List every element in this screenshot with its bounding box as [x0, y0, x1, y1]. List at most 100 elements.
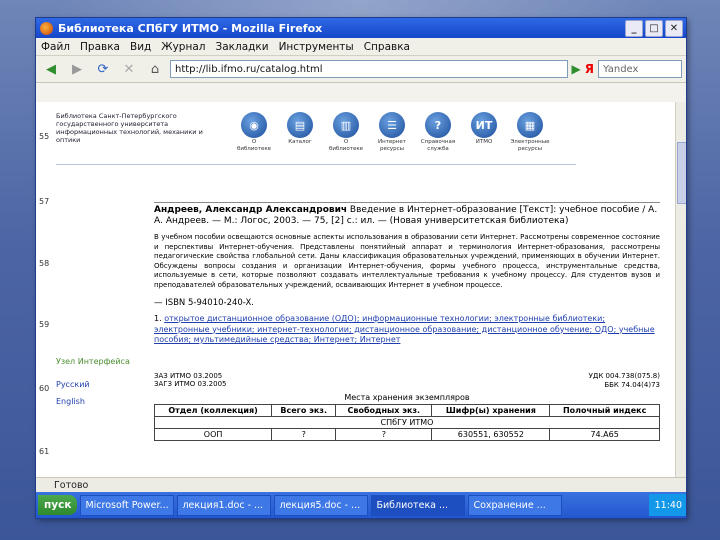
nav-label: Справочная служба — [420, 139, 456, 152]
task-label: Microsoft Power... — [85, 499, 169, 511]
catalog-icon: ▤ — [287, 112, 313, 138]
meta-left-1: ЗАЗ ИТМО 03.2005 — [154, 372, 223, 380]
slide-line-numbers: 55 57 58 59 60 61 — [36, 102, 56, 477]
title-bar[interactable]: Библиотека СПбГУ ИТМО - Mozilla Firefox … — [36, 18, 686, 38]
navigation-toolbar: ◀ ▶ ⟳ ✕ ⌂ http://lib.ifmo.ru/catalog.htm… — [36, 56, 686, 83]
line-number: 59 — [39, 320, 50, 329]
maximize-button[interactable]: □ — [645, 19, 663, 37]
locations-title: Места хранения экземпляров — [344, 393, 470, 402]
system-tray: 11:40 — [648, 494, 686, 516]
table-row: ООП ? ? 630551, 630552 74.А65 — [153, 428, 660, 441]
menu-bookmarks[interactable]: Закладки — [210, 41, 273, 53]
task-label: лекция1.doc - ... — [182, 499, 264, 511]
book-record: Андреев, Александр Александрович Введени… — [153, 202, 660, 472]
cell-call-number: 630551, 630552 — [431, 428, 551, 441]
status-bar: Готово — [36, 477, 686, 493]
back-icon[interactable]: ◀ — [40, 59, 62, 79]
go-icon[interactable]: ▶ — [572, 62, 581, 76]
org-name: СПбГУ ИТМО — [154, 416, 660, 429]
task-label: Сохранение ... — [473, 499, 546, 511]
start-label: пуск — [44, 499, 72, 511]
status-text: Готово — [54, 480, 89, 491]
taskbar-item-doc1[interactable]: лекция1.doc - ... — [177, 494, 272, 516]
subjects-number: 1. — [154, 314, 165, 323]
stop-icon[interactable]: ✕ — [118, 59, 140, 79]
subjects-link[interactable]: открытое дистанционное образование (ОДО)… — [154, 314, 655, 344]
link-english[interactable]: English — [56, 393, 130, 410]
line-number: 61 — [39, 447, 50, 456]
cell-free: ? — [335, 428, 433, 441]
col-call-number: Шифр(ы) хранения — [431, 404, 551, 417]
page-content: 55 57 58 59 60 61 Библиотека Санкт-Петер… — [36, 102, 676, 477]
task-label: лекция5.doc - ... — [279, 499, 361, 511]
nav-label: Электронные ресурсы — [510, 139, 550, 152]
close-button[interactable]: ✕ — [665, 19, 683, 37]
minimize-button[interactable]: _ — [625, 19, 643, 37]
forward-icon[interactable]: ▶ — [66, 59, 88, 79]
line-number: 58 — [39, 259, 50, 268]
menu-history[interactable]: Журнал — [156, 41, 210, 53]
col-shelf-index: Полочный индекс — [549, 404, 660, 417]
nav-help[interactable]: ? Справочная служба — [418, 112, 458, 153]
nav-itmo[interactable]: ИТ ИТМО — [464, 112, 504, 153]
scrollbar-thumb[interactable] — [677, 142, 686, 204]
browser-window: Библиотека СПбГУ ИТМО - Mozilla Firefox … — [36, 18, 686, 518]
cell-shelf-index: 74.А65 — [549, 428, 660, 441]
window-title: Библиотека СПбГУ ИТМО - Mozilla Firefox — [58, 21, 323, 35]
task-label: Библиотека ... — [376, 499, 449, 511]
line-number: 57 — [39, 197, 50, 206]
book-icon: ▥ — [333, 112, 359, 138]
start-button[interactable]: пуск — [38, 495, 78, 515]
link-external-node[interactable]: Узел Интерфейса — [56, 353, 130, 370]
header-divider — [56, 164, 576, 165]
menu-tools[interactable]: Инструменты — [274, 41, 359, 53]
globe-icon: ◉ — [241, 112, 267, 138]
address-bar[interactable]: http://lib.ifmo.ru/catalog.html — [170, 60, 568, 78]
table-org-row: СПбГУ ИТМО — [154, 416, 660, 429]
menu-file[interactable]: Файл — [36, 41, 75, 53]
book-author: Андреев, Александр Александрович — [154, 205, 348, 215]
site-nav: ◉ О библиотеке ▤ Каталог ▥ О библиотеке ☰ Ин… — [234, 112, 550, 153]
taskbar-item-powerpoint[interactable]: Microsoft Power... — [80, 494, 175, 516]
vertical-scrollbar[interactable] — [675, 102, 686, 477]
menu-bar: Файл Правка Вид Журнал Закладки Инструме… — [36, 38, 686, 56]
nav-internet-resources[interactable]: ☰ Интернет ресурсы — [372, 112, 412, 153]
col-free: Свободных экз. — [335, 404, 433, 417]
book-isbn: — ISBN 5-94010-240-X. — [154, 298, 254, 308]
clock: 11:40 — [654, 499, 682, 511]
nav-label: Каталог — [288, 139, 312, 145]
question-icon: ? — [425, 112, 451, 138]
menu-edit[interactable]: Правка — [75, 41, 125, 53]
yandex-icon: Я — [584, 62, 594, 76]
bbk-code: ББК 74.04(4)73 — [604, 381, 660, 389]
table-header-row: Отдел (коллекция) Всего экз. Свободных э… — [153, 404, 660, 417]
nav-about[interactable]: ◉ О библиотеке — [234, 112, 274, 153]
menu-view[interactable]: Вид — [125, 41, 156, 53]
search-input[interactable]: Yandex — [598, 60, 682, 78]
nav-label: ИТМО — [475, 139, 493, 145]
nav-library[interactable]: ▥ О библиотеке — [326, 112, 366, 153]
link-russian[interactable]: Русский — [56, 376, 130, 393]
firefox-icon — [40, 21, 53, 35]
nav-label: О библиотеке — [236, 139, 272, 152]
col-department: Отдел (коллекция) — [153, 404, 273, 417]
book-subjects: 1. открытое дистанционное образование (О… — [154, 314, 660, 346]
institution-name: Библиотека Санкт-Петербургского государс… — [56, 112, 203, 144]
book-heading: Андреев, Александр Александрович Введени… — [154, 202, 660, 227]
col-total: Всего экз. — [271, 404, 337, 417]
nav-catalog[interactable]: ▤ Каталог — [280, 112, 320, 153]
sidebar-links: Узел Интерфейса Русский English — [56, 353, 130, 410]
taskbar-item-save[interactable]: Сохранение ... — [468, 494, 563, 516]
reload-icon[interactable]: ⟳ — [92, 59, 114, 79]
taskbar: пуск Microsoft Power... лекция1.doc - ..… — [36, 492, 686, 518]
taskbar-item-doc5[interactable]: лекция5.doc - ... — [274, 494, 369, 516]
nav-e-resources[interactable]: ▦ Электронные ресурсы — [510, 112, 550, 153]
line-number: 55 — [39, 132, 50, 141]
cell-department: ООП — [153, 428, 273, 441]
menu-help[interactable]: Справка — [359, 41, 415, 53]
book-meta: ЗАЗ ИТМО 03.2005 ЗАГЗ ИТМО 03.2005 УДК 0… — [154, 372, 660, 389]
taskbar-item-library[interactable]: Библиотека ... — [371, 494, 466, 516]
home-icon[interactable]: ⌂ — [144, 59, 166, 79]
nav-label: Интернет ресурсы — [378, 139, 406, 152]
udk-code: УДК 004.738(075.8) — [588, 372, 660, 380]
